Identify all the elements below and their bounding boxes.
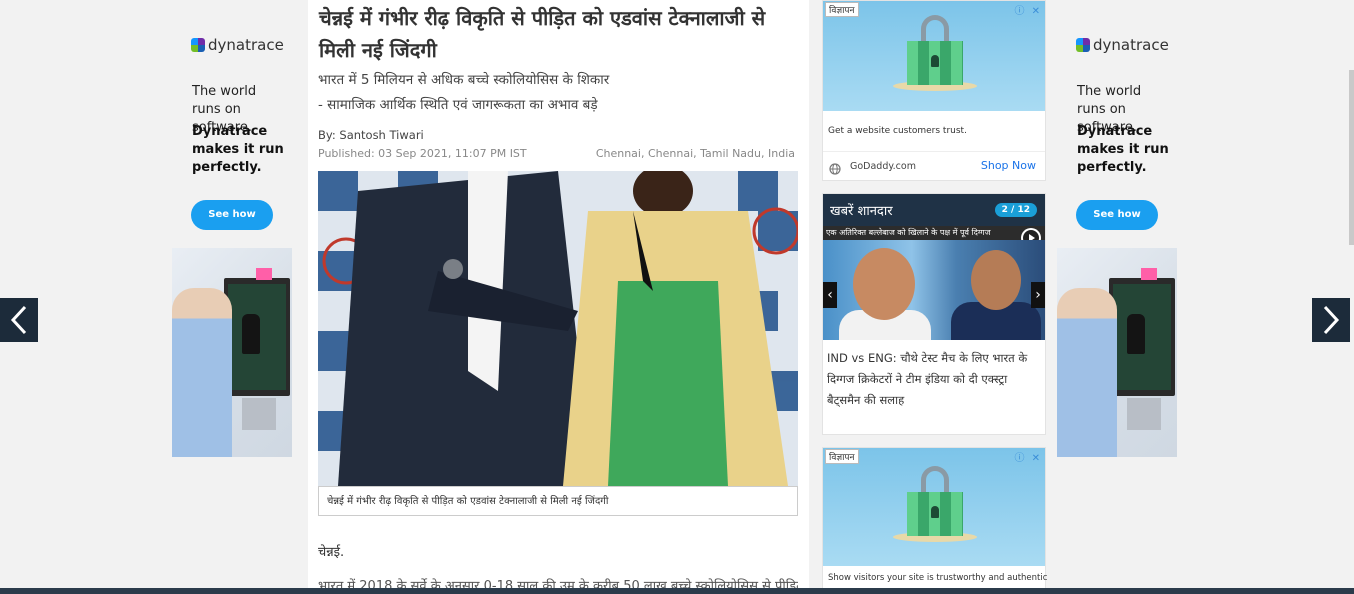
subheadline-line-1: भारत में 5 मिलियन से अधिक बच्चे स्कोलियो… xyxy=(318,72,610,88)
dynatrace-logo: dynatrace xyxy=(191,36,284,54)
ad-choices-close-icon[interactable]: ⓘ ✕ xyxy=(1014,2,1042,17)
ad-photo xyxy=(172,248,292,457)
image-caption: चेन्नई में गंभीर रीढ़ विकृति से पीड़ित क… xyxy=(318,486,798,516)
dateline: चेन्नई. xyxy=(318,545,345,560)
widget-video-strip: एक अतिरिक्त बल्लेबाज को खिलाने के पक्ष म… xyxy=(823,226,1045,240)
widget-pager: 2 / 12 xyxy=(994,203,1037,217)
second-ad[interactable]: विज्ञापन ⓘ ✕ Show visitors your site is … xyxy=(822,447,1048,594)
ad-text: Show visitors your site is trustworthy a… xyxy=(828,573,1048,583)
chevron-right-icon xyxy=(1323,305,1340,335)
ad-domain[interactable]: GoDaddy.com xyxy=(850,161,916,172)
shop-now-button[interactable]: Shop Now xyxy=(981,159,1036,172)
location: Chennai, Chennai, Tamil Nadu, India xyxy=(595,147,795,160)
article: चेन्नई में गंभीर रीढ़ विकृति से पीड़ित क… xyxy=(308,0,809,594)
dynatrace-logo: dynatrace xyxy=(1076,36,1169,54)
ad-photo xyxy=(1057,248,1177,457)
godaddy-ad[interactable]: विज्ञापन ⓘ ✕ Get a website customers tru… xyxy=(822,0,1046,181)
ad-strong-text: Dynatrace makes it run perfectly. xyxy=(192,124,284,175)
widget-title: खबरें शानदार xyxy=(830,204,893,219)
widget-prev-button[interactable]: ‹ xyxy=(823,282,837,308)
dynatrace-logo-icon xyxy=(191,38,205,52)
byline[interactable]: By: Santosh Tiwari xyxy=(318,128,424,142)
widget-image[interactable] xyxy=(823,240,1045,340)
ad-choices-close-icon[interactable]: ⓘ ✕ xyxy=(1014,449,1042,464)
right-side-ad[interactable]: dynatrace The world runs on software. Dy… xyxy=(1057,0,1177,457)
ad-strong-text: Dynatrace makes it run perfectly. xyxy=(1077,124,1169,175)
article-headline: चेन्नई में गंभीर रीढ़ विकृति से पीड़ित क… xyxy=(319,6,766,62)
hero-image xyxy=(318,171,798,486)
ad-image xyxy=(823,448,1045,566)
see-how-button[interactable]: See how xyxy=(191,200,273,230)
brand-name: dynatrace xyxy=(208,36,284,54)
ad-label: विज्ञापन xyxy=(825,449,859,464)
chevron-left-icon xyxy=(10,305,27,335)
news-widget[interactable]: खबरें शानदार 2 / 12 एक अतिरिक्त बल्लेबाज… xyxy=(822,193,1046,435)
bottom-bar xyxy=(0,588,1354,594)
ad-text: Get a website customers trust. xyxy=(828,126,967,136)
article-subheadline: भारत में 5 मिलियन से अधिक बच्चे स्कोलियो… xyxy=(318,68,788,118)
see-how-button[interactable]: See how xyxy=(1076,200,1158,230)
brand-name: dynatrace xyxy=(1093,36,1169,54)
published-date: Published: 03 Sep 2021, 11:07 PM IST xyxy=(318,147,527,160)
divider xyxy=(823,151,1045,152)
ad-label: विज्ञापन xyxy=(825,2,859,17)
left-side-ad[interactable]: dynatrace The world runs on software. Dy… xyxy=(172,0,292,457)
page-scrollbar[interactable] xyxy=(1349,70,1354,245)
subheadline-line-2: - सामाजिक आर्थिक स्थिति एवं जागरूकता का … xyxy=(318,97,598,113)
prev-article-button[interactable] xyxy=(0,298,38,342)
widget-headline[interactable]: IND vs ENG: चौथे टेस्ट मैच के लिए भारत क… xyxy=(827,348,1039,411)
globe-icon xyxy=(829,160,841,175)
next-article-button[interactable] xyxy=(1312,298,1350,342)
ad-image xyxy=(823,1,1045,111)
widget-next-button[interactable]: › xyxy=(1031,282,1045,308)
dynatrace-logo-icon xyxy=(1076,38,1090,52)
